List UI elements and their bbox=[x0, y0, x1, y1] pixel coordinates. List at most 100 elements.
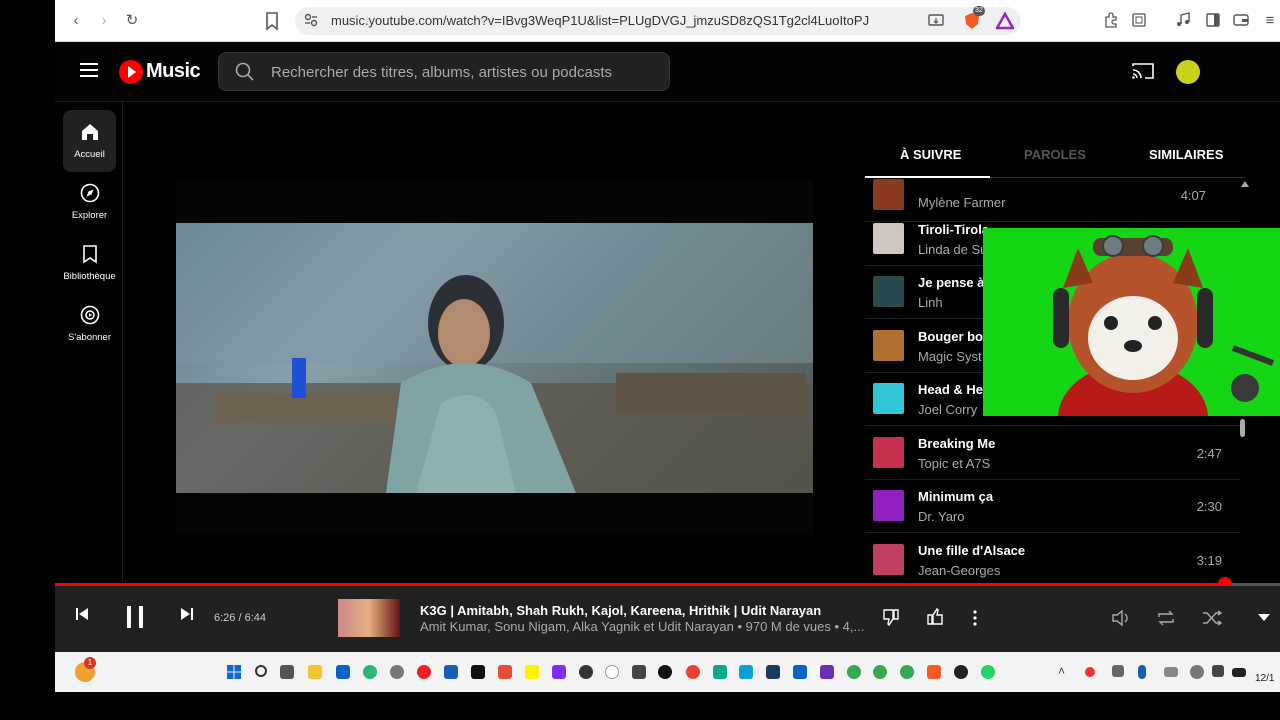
list-item[interactable]: Breaking Me Topic et A7S 2:47 bbox=[865, 427, 1240, 480]
sidebar-item-home[interactable]: Accueil bbox=[63, 110, 116, 172]
tab-up-next[interactable]: À SUIVRE bbox=[900, 147, 961, 162]
home-icon bbox=[80, 122, 100, 142]
app-icon[interactable] bbox=[605, 665, 619, 679]
task-view-icon[interactable] bbox=[280, 665, 294, 679]
track-thumbnail bbox=[873, 223, 904, 254]
menu-icon[interactable]: ≡ bbox=[1261, 12, 1279, 30]
app-icon[interactable] bbox=[390, 665, 404, 679]
brave-icon[interactable] bbox=[927, 665, 941, 679]
app-icon[interactable] bbox=[739, 665, 753, 679]
track-artist: Topic et A7S bbox=[918, 456, 991, 471]
reload-icon[interactable]: ↻ bbox=[123, 12, 141, 30]
windows-start-icon[interactable] bbox=[227, 665, 241, 679]
clock-date[interactable]: 12/1 bbox=[1255, 673, 1274, 684]
tray-icon[interactable] bbox=[1112, 665, 1124, 677]
brave-shield-icon[interactable]: 32 bbox=[963, 6, 985, 30]
chrome-icon[interactable] bbox=[900, 665, 914, 679]
logo-text[interactable]: Music bbox=[146, 60, 201, 83]
track-thumbnail[interactable] bbox=[338, 599, 400, 637]
whatsapp-icon[interactable] bbox=[981, 665, 995, 679]
subscribe-icon bbox=[80, 305, 100, 325]
app-icon[interactable] bbox=[954, 665, 968, 679]
chrome-icon[interactable] bbox=[686, 665, 700, 679]
now-playing-subtitle[interactable]: Amit Kumar, Sonu Nigam, Alka Yagnik et U… bbox=[420, 619, 866, 634]
list-item[interactable]: Une fille d'Alsace Jean-Georges 3:19 bbox=[865, 534, 1240, 582]
volume-icon[interactable] bbox=[1112, 610, 1130, 626]
track-duration: 4:07 bbox=[1180, 188, 1206, 203]
chrome-icon[interactable] bbox=[873, 665, 887, 679]
scrollbar[interactable] bbox=[1240, 419, 1245, 437]
tab-lyrics[interactable]: PAROLES bbox=[1024, 147, 1086, 162]
sidebar-item-explore[interactable]: Explorer bbox=[63, 171, 116, 233]
app-icon[interactable] bbox=[552, 665, 566, 679]
app-icon[interactable] bbox=[713, 665, 727, 679]
more-options-icon[interactable] bbox=[973, 610, 977, 626]
edge-icon[interactable] bbox=[363, 665, 377, 679]
app-icon[interactable] bbox=[766, 665, 780, 679]
next-icon[interactable] bbox=[180, 607, 194, 621]
back-icon[interactable]: ‹ bbox=[67, 12, 85, 30]
previous-icon[interactable] bbox=[75, 607, 89, 621]
sidebar-item-library[interactable]: Bibliothèque bbox=[63, 232, 116, 294]
hamburger-icon[interactable] bbox=[80, 62, 98, 78]
scroll-up-icon[interactable] bbox=[1240, 180, 1250, 188]
opera-icon[interactable] bbox=[417, 665, 431, 679]
brave-rewards-icon[interactable] bbox=[996, 12, 1014, 30]
app-icon[interactable] bbox=[444, 665, 458, 679]
site-settings-icon[interactable] bbox=[303, 12, 321, 30]
app-icon[interactable] bbox=[498, 665, 512, 679]
shuffle-icon[interactable] bbox=[1202, 610, 1222, 626]
wifi-icon[interactable] bbox=[1190, 665, 1204, 679]
video-player[interactable] bbox=[176, 180, 813, 535]
app-icon[interactable] bbox=[658, 665, 672, 679]
app-icon[interactable] bbox=[793, 665, 807, 679]
app-icon[interactable] bbox=[579, 665, 593, 679]
snapchat-icon[interactable] bbox=[525, 665, 539, 679]
app-header: Music Rechercher des titres, albums, art… bbox=[55, 42, 1280, 102]
compass-icon bbox=[80, 183, 100, 203]
track-duration: 2:30 bbox=[1196, 499, 1222, 514]
list-item[interactable]: Minimum ça Dr. Yaro 2:30 bbox=[865, 480, 1240, 533]
microphone-icon[interactable] bbox=[1138, 665, 1146, 679]
tab-related[interactable]: SIMILAIRES bbox=[1149, 147, 1223, 162]
app-icon[interactable] bbox=[820, 665, 834, 679]
extensions-icon[interactable] bbox=[1103, 12, 1121, 30]
address-bar[interactable]: music.youtube.com/watch?v=IBvg3WeqP1U&li… bbox=[295, 7, 1021, 35]
expand-player-icon[interactable] bbox=[1257, 613, 1271, 622]
avatar[interactable] bbox=[1176, 60, 1200, 84]
dislike-icon[interactable] bbox=[882, 608, 900, 626]
volume-tray-icon[interactable] bbox=[1212, 665, 1224, 677]
tray-icon[interactable] bbox=[1085, 667, 1095, 677]
pause-icon[interactable] bbox=[125, 605, 145, 629]
video-frame[interactable] bbox=[176, 223, 813, 493]
search-placeholder: Rechercher des titres, albums, artistes … bbox=[271, 64, 612, 81]
media-icon[interactable] bbox=[1175, 12, 1193, 30]
forward-icon[interactable]: › bbox=[95, 12, 113, 30]
sidebar: Accueil Explorer Bibliothèque S'abonner bbox=[55, 102, 123, 582]
sidebar-item-subscribe[interactable]: S'abonner bbox=[63, 293, 116, 355]
cast-icon[interactable] bbox=[1132, 62, 1154, 80]
repeat-icon[interactable] bbox=[1156, 610, 1176, 626]
reader-icon[interactable] bbox=[1131, 12, 1149, 30]
youtube-music-logo-icon[interactable] bbox=[119, 60, 143, 84]
file-explorer-icon[interactable] bbox=[308, 665, 322, 679]
bookmark-page-icon[interactable] bbox=[265, 12, 283, 30]
screen: ‹ › ↻ music.youtube.com/watch?v=IBvg3Weq… bbox=[55, 0, 1280, 692]
install-app-icon[interactable] bbox=[928, 12, 946, 30]
track-thumbnail bbox=[873, 330, 904, 361]
queue-tabs: À SUIVRE PAROLES SIMILAIRES bbox=[865, 130, 1245, 178]
chrome-icon[interactable] bbox=[847, 665, 861, 679]
search-taskbar-icon[interactable] bbox=[255, 665, 267, 677]
sidebar-icon[interactable] bbox=[1205, 12, 1223, 30]
now-playing-title[interactable]: K3G | Amitabh, Shah Rukh, Kajol, Kareena… bbox=[420, 603, 821, 618]
wallet-icon[interactable] bbox=[1233, 12, 1251, 30]
outlook-icon[interactable] bbox=[336, 665, 350, 679]
battery-icon[interactable] bbox=[1232, 668, 1246, 677]
search-input[interactable]: Rechercher des titres, albums, artistes … bbox=[218, 52, 670, 91]
extension-badge: 32 bbox=[973, 6, 985, 16]
app-icon[interactable] bbox=[632, 665, 646, 679]
tiktok-icon[interactable] bbox=[471, 665, 485, 679]
chevron-up-icon[interactable]: ˄ bbox=[1058, 664, 1065, 678]
like-icon[interactable] bbox=[926, 608, 944, 626]
keyboard-icon[interactable] bbox=[1164, 667, 1178, 677]
